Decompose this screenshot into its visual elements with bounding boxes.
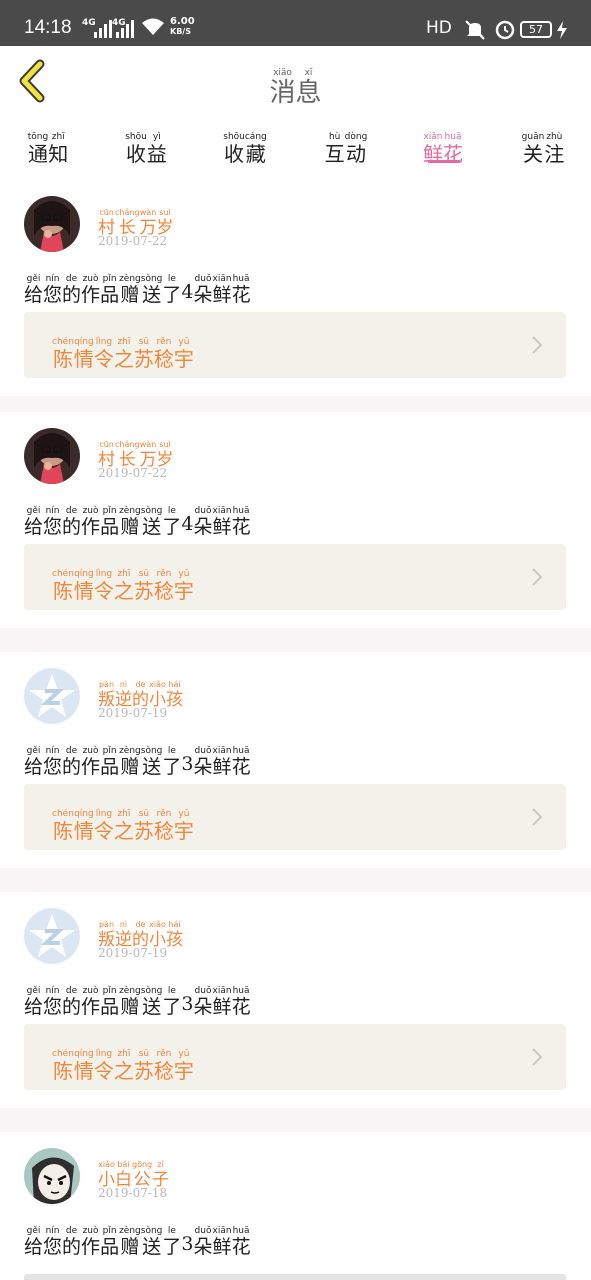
default-z-avatar-icon xyxy=(24,908,80,964)
tab-earnings[interactable]: shōu 收 yì 益 xyxy=(111,124,181,166)
signal-icon xyxy=(94,20,112,38)
tab-favorites[interactable]: shōu 收 cáng 藏 xyxy=(210,124,280,166)
notification-date: 2019-07-19 xyxy=(98,706,168,720)
username[interactable]: xiǎo 小 bái 白 gōng 公 zǐ 子 xyxy=(98,1152,169,1190)
chevron-right-icon xyxy=(532,808,543,826)
notification-date: 2019-07-19 xyxy=(98,946,168,960)
user-avatar[interactable] xyxy=(24,196,80,252)
default-z-avatar-icon xyxy=(24,668,80,724)
user-avatar[interactable] xyxy=(24,428,80,484)
work-link[interactable]: chén 陈 qíng 情 lìng 令 zhī 之 sū 苏 rěn 稔 yǔ 宇 xyxy=(24,544,566,610)
notification-message: gěi 给 nín 您 de 的 zuò 作 pǐn 品 zèng 赠 sòng 送 le 了 4 duǒ 朵 xiā… xyxy=(24,274,251,306)
work-title: chén 陈 qíng 情 lìng 令 zhī 之 sū 苏 rěn 稔 yǔ 宇 xyxy=(52,337,194,371)
signal-icon-2 xyxy=(116,20,134,38)
chevron-right-icon xyxy=(532,336,543,354)
notification-date: 2019-07-22 xyxy=(98,466,168,480)
status-time: 14:18 xyxy=(24,17,72,38)
username[interactable]: pàn 叛 nì 逆 de 的 xiǎo 小 hái 孩 xyxy=(98,672,183,710)
notification-message: gěi 给 nín 您 de 的 zuò 作 pǐn 品 zèng 赠 sòng 送 le 了 3 duǒ 朵 xiā… xyxy=(24,746,251,778)
battery-indicator: 57 xyxy=(520,21,552,38)
user-avatar[interactable] xyxy=(24,668,80,724)
wifi-icon xyxy=(142,18,164,35)
active-tab-indicator xyxy=(428,160,460,163)
tab-following[interactable]: guān 关 zhù 注 xyxy=(508,124,578,166)
page-title: xiāo 消 xī 息 xyxy=(269,68,322,108)
work-link[interactable]: chén 陈 qíng 情 lìng 令 zhī 之 sū 苏 rěn 稔 yǔ 宇 xyxy=(24,784,566,850)
username[interactable]: pàn 叛 nì 逆 de 的 xiǎo 小 hái 孩 xyxy=(98,912,183,950)
chevron-right-icon xyxy=(532,1048,543,1066)
network-speed: 6.00 KB/S xyxy=(170,16,195,37)
username[interactable]: cūn 村 cháng 长 wàn 万 suì 岁 xyxy=(98,200,174,238)
notification-card: pàn 叛 nì 逆 de 的 xiǎo 小 hái 孩 2019-07-19 gěi 给 nín 您 d… xyxy=(0,892,591,1108)
notification-message: gěi 给 nín 您 de 的 zuò 作 pǐn 品 zèng 赠 sòng 送 le 了 3 duǒ 朵 xiā… xyxy=(24,986,251,1018)
work-title: chén 陈 qíng 情 lìng 令 zhī 之 sū 苏 rěn 稔 yǔ 宇 xyxy=(52,1049,194,1083)
chevron-right-icon xyxy=(532,568,543,586)
notification-card: xiǎo 小 bái 白 gōng 公 zǐ 子 2019-07-18 gěi 给 nín 您 de 的… xyxy=(0,1132,591,1280)
work-title: chén 陈 qíng 情 lìng 令 zhī 之 sū 苏 rěn 稔 yǔ 宇 xyxy=(52,569,194,603)
notification-message: gěi 给 nín 您 de 的 zuò 作 pǐn 品 zèng 赠 sòng 送 le 了 4 duǒ 朵 xiā… xyxy=(24,506,251,538)
work-link[interactable]: chén 陈 qíng 情 lìng 令 zhī 之 sū 苏 rěn 稔 yǔ 宇 xyxy=(24,1024,566,1090)
work-title: chén 陈 qíng 情 lìng 令 zhī 之 sū 苏 rěn 稔 yǔ 宇 xyxy=(52,809,194,843)
notification-message: gěi 给 nín 您 de 的 zuò 作 pǐn 品 zèng 赠 sòng 送 le 了 3 duǒ 朵 xiā… xyxy=(24,1226,251,1258)
mute-icon xyxy=(465,20,485,40)
notification-card: cūn 村 cháng 长 wàn 万 suì 岁 2019-07-22 gěi 给 nín 您 de… xyxy=(0,180,591,396)
username[interactable]: cūn 村 cháng 长 wàn 万 suì 岁 xyxy=(98,432,174,470)
photo-avatar-icon xyxy=(24,428,80,484)
notification-card: cūn 村 cháng 长 wàn 万 suì 岁 2019-07-22 gěi 给 nín 您 de… xyxy=(0,412,591,628)
header: xiāo 消 xī 息 xyxy=(0,46,591,118)
alarm-icon xyxy=(495,20,515,40)
tab-bar: tōng 通 zhī 知 shōu 收 yì 益 shōu 收 cáng 藏 hù 互 dòng 动 x… xyxy=(0,118,591,180)
user-avatar[interactable] xyxy=(24,908,80,964)
user-avatar[interactable] xyxy=(24,1148,80,1204)
work-link-partial[interactable] xyxy=(24,1274,566,1280)
cartoon-avatar-icon xyxy=(24,1148,80,1204)
notification-card: pàn 叛 nì 逆 de 的 xiǎo 小 hái 孩 2019-07-19 gěi 给 nín 您 d… xyxy=(0,652,591,868)
tab-notifications[interactable]: tōng 通 zhī 知 xyxy=(13,124,83,166)
status-bar: 14:18 4G 4G 6.00 KB/S HD 57 xyxy=(0,0,591,46)
work-link[interactable]: chén 陈 qíng 情 lìng 令 zhī 之 sū 苏 rěn 稔 yǔ 宇 xyxy=(24,312,566,378)
tab-interactions[interactable]: hù 互 dòng 动 xyxy=(311,124,381,166)
notification-date: 2019-07-22 xyxy=(98,234,168,248)
charging-icon xyxy=(557,21,567,39)
notification-date: 2019-07-18 xyxy=(98,1186,168,1200)
hd-label: HD xyxy=(426,18,452,38)
photo-avatar-icon xyxy=(24,196,80,252)
